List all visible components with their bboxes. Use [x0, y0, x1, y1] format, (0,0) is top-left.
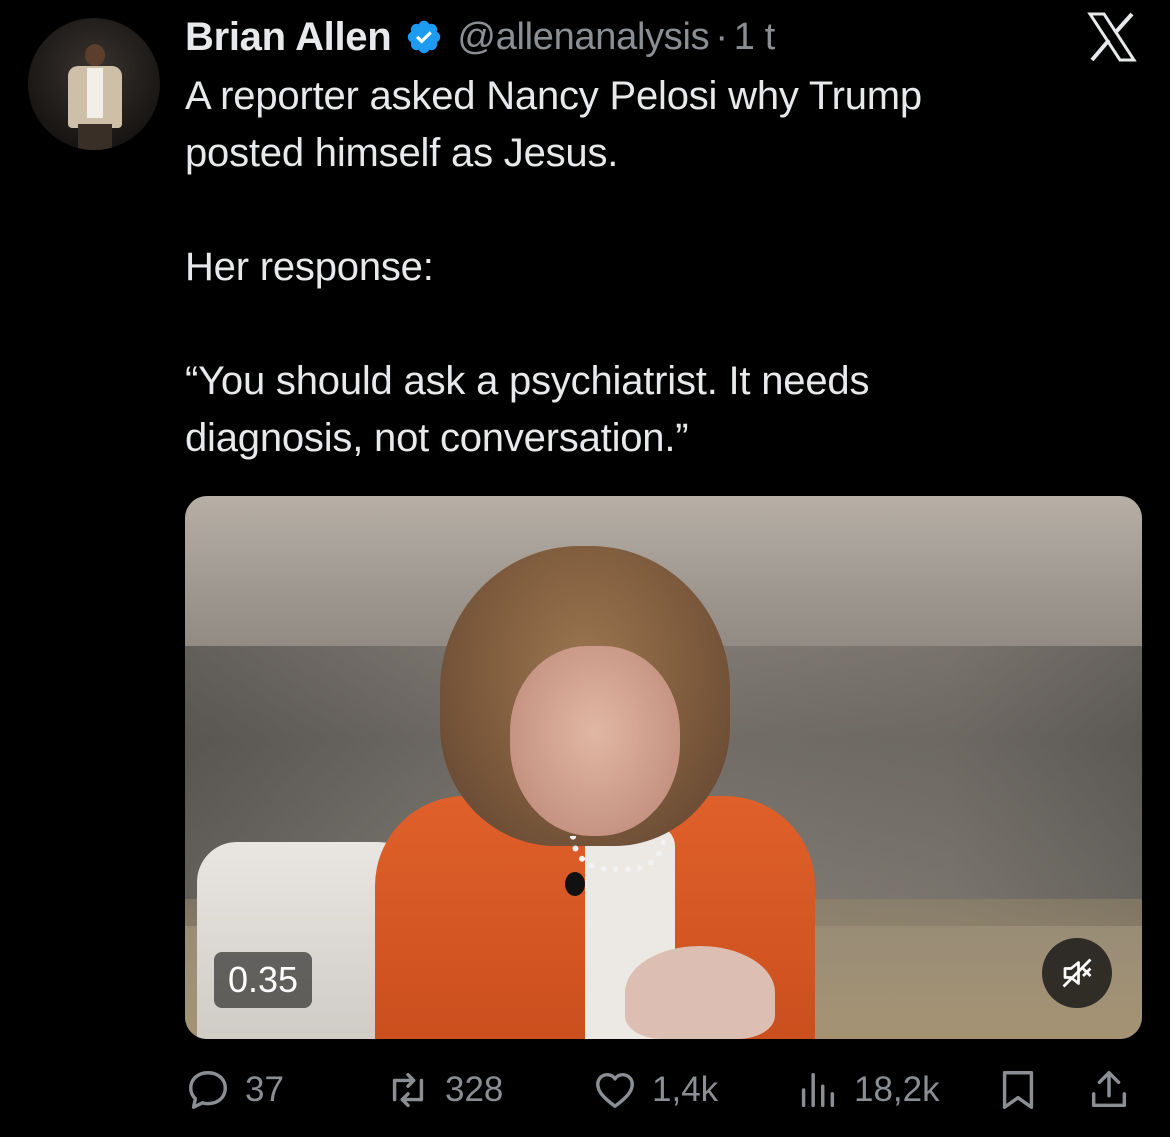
mute-toggle-button[interactable] [1042, 938, 1112, 1008]
avatar-figure-legs [78, 124, 112, 150]
avatar-figure-shirt [87, 68, 103, 118]
repost-button[interactable]: 328 [385, 1060, 503, 1120]
tweet-header: Brian Allen @allenanalysis · 1 t [185, 12, 775, 62]
reply-button[interactable]: 37 [185, 1060, 284, 1120]
views-icon [801, 1072, 835, 1108]
author-handle[interactable]: @allenanalysis [457, 16, 709, 59]
bookmark-icon [1002, 1071, 1034, 1109]
repost-icon [392, 1072, 424, 1108]
video-lapel-mic [565, 872, 585, 896]
like-button[interactable]: 1,4k [592, 1060, 718, 1120]
avatar-figure-head [85, 44, 105, 66]
views-count: 18,2k [854, 1070, 940, 1109]
heart-icon [596, 1072, 634, 1109]
share-icon [1091, 1071, 1127, 1108]
share-button[interactable] [1086, 1060, 1132, 1120]
video-speaker-face [510, 646, 680, 836]
video-timestamp: 0.35 [214, 952, 313, 1008]
tweet-actions-bar: 37 328 1,4k 18,2k [0, 1060, 1170, 1120]
author-name[interactable]: Brian Allen [185, 15, 392, 60]
video-speaker-hand [625, 946, 775, 1039]
repost-count: 328 [445, 1070, 504, 1109]
author-avatar[interactable] [28, 18, 160, 150]
reply-count: 37 [245, 1070, 284, 1109]
x-logo-icon [1086, 12, 1138, 62]
tweet-text: A reporter asked Nancy Pelosi why Trump … [185, 74, 922, 460]
bookmark-button[interactable] [995, 1060, 1041, 1120]
views-button[interactable]: 18,2k [794, 1060, 940, 1120]
tweet-time[interactable]: 1 t [734, 16, 776, 59]
reply-icon [189, 1071, 227, 1109]
muted-speaker-icon [1062, 958, 1092, 988]
tweet-video[interactable]: 0.35 [185, 496, 1142, 1039]
time-separator: · [715, 15, 728, 58]
like-count: 1,4k [652, 1070, 719, 1109]
verified-badge-icon [405, 18, 443, 56]
